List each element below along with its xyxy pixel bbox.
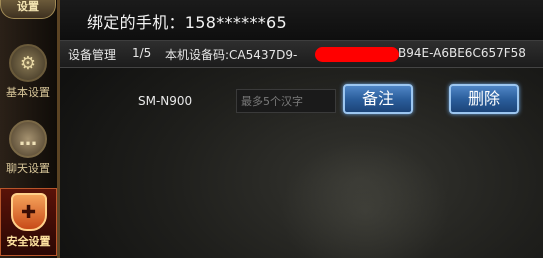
device-code-tail: B94E-A6BE6C657F58 <box>398 46 526 60</box>
chat-bubble-icon: … <box>9 120 47 158</box>
security-panel: 绑定的手机：158******65 设备管理 1/5 本机设备码:CA5437D… <box>60 0 543 258</box>
remark-button[interactable]: 备注 <box>343 84 413 114</box>
sidebar-item-label: 聊天设置 <box>6 162 50 175</box>
sidebar-item-label: 基本设置 <box>6 86 50 99</box>
bound-phone-row: 绑定的手机：158******65 <box>60 0 543 40</box>
device-code-prefix: 本机设备码:CA5437D9- <box>165 48 298 62</box>
sidebar-item-label: 安全设置 <box>6 235 51 248</box>
gear-icon: ⚙ <box>9 44 47 82</box>
background-ornament <box>280 140 450 258</box>
device-name: SM-N900 <box>138 94 193 108</box>
device-manage-label: 设备管理 <box>68 48 117 62</box>
sidebar-item-basic-settings[interactable]: ⚙ 基本设置 <box>2 44 54 104</box>
device-count: 1/5 <box>132 46 152 60</box>
sidebar-item-security-settings[interactable]: ✚ 安全设置 <box>0 188 57 256</box>
shield-plus-icon: ✚ <box>10 193 47 231</box>
bound-phone-text: 绑定的手机：158******65 <box>87 13 287 32</box>
device-management-bar: 设备管理 1/5 本机设备码:CA5437D9- B94E-A6BE6C657F… <box>60 40 543 68</box>
sidebar: 设置 ⚙ 基本设置 … 聊天设置 ✚ 安全设置 <box>0 0 60 258</box>
remark-input[interactable] <box>236 89 336 113</box>
sidebar-top-tab[interactable]: 设置 <box>0 0 56 19</box>
redaction-mark <box>315 47 399 62</box>
delete-button[interactable]: 删除 <box>449 84 519 114</box>
sidebar-item-chat-settings[interactable]: … 聊天设置 <box>2 120 54 180</box>
